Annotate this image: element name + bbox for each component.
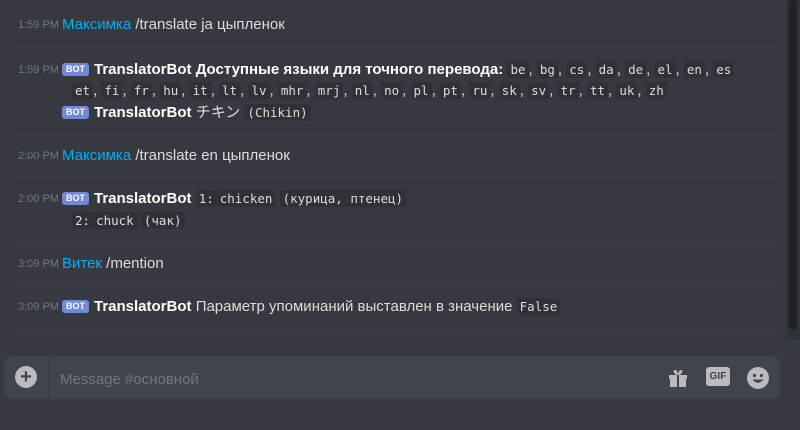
- message-text: /translate en цыпленок: [135, 147, 290, 164]
- divider: [14, 177, 778, 178]
- divider: [14, 330, 778, 331]
- language-code: et: [72, 82, 94, 99]
- setting-value: False: [516, 298, 561, 315]
- divider: [14, 47, 778, 48]
- separator: ,: [431, 82, 440, 99]
- language-code: be: [507, 61, 529, 78]
- bot-username[interactable]: TranslatorBot: [94, 61, 192, 78]
- language-code: mrj: [314, 82, 344, 99]
- message-input[interactable]: [58, 367, 622, 391]
- bot-badge: BOT: [62, 192, 89, 205]
- username[interactable]: Максимка: [62, 16, 131, 33]
- bot-badge: BOT: [62, 300, 89, 313]
- separator: ,: [269, 82, 278, 99]
- message-text: Параметр упоминаний выставлен в значение: [195, 298, 513, 315]
- language-code: sv: [528, 82, 550, 99]
- composer-divider: [48, 356, 49, 399]
- separator: ,: [402, 82, 411, 99]
- language-code: sk: [498, 82, 520, 99]
- language-code: bg: [536, 61, 558, 78]
- timestamp: 3:09 PM: [18, 301, 59, 313]
- separator: ,: [528, 61, 537, 78]
- divider: [14, 134, 778, 135]
- message-composer: + GIF: [4, 356, 780, 399]
- language-code: es: [713, 61, 735, 78]
- gift-icon[interactable]: [666, 366, 690, 390]
- language-code: nl: [351, 82, 373, 99]
- language-code: zh: [645, 82, 667, 99]
- message-list: 1:59 PM Максимка /translate ja цыпленок …: [0, 0, 786, 340]
- separator: ,: [372, 82, 382, 99]
- language-code: pt: [439, 82, 461, 99]
- separator: ,: [637, 82, 646, 99]
- languages-row-1: be, bg, cs, da, de, el, en, es: [507, 61, 735, 78]
- languages-title: Доступные языки для точного перевода:: [195, 61, 504, 78]
- result-number: 1:: [195, 190, 217, 207]
- result-word: chicken: [216, 190, 276, 207]
- scrollbar-track[interactable]: [786, 0, 800, 340]
- language-code: mhr: [277, 82, 307, 99]
- separator: ,: [151, 82, 161, 99]
- emoji-icon[interactable]: [746, 366, 770, 390]
- separator: ,: [557, 61, 567, 78]
- separator: ,: [549, 82, 558, 99]
- separator: ,: [122, 82, 131, 99]
- username[interactable]: Максимка: [62, 147, 131, 164]
- language-code: fi: [101, 82, 123, 99]
- language-code: ru: [469, 82, 491, 99]
- timestamp: 2:00 PM: [18, 150, 59, 162]
- language-code: it: [189, 82, 211, 99]
- language-code: tr: [557, 82, 579, 99]
- scrollbar-thumb[interactable]: [789, 0, 797, 330]
- message-text: /mention: [106, 255, 164, 272]
- language-code: hu: [160, 82, 182, 99]
- username[interactable]: Витек: [62, 255, 102, 272]
- separator: ,: [587, 61, 596, 78]
- result-meanings: (чак): [140, 212, 185, 229]
- language-code: lv: [248, 82, 270, 99]
- translation-text: チキン: [195, 104, 241, 121]
- timestamp: 1:59 PM: [18, 19, 59, 31]
- language-code: en: [683, 61, 705, 78]
- language-code: lt: [219, 82, 241, 99]
- gif-icon[interactable]: GIF: [706, 367, 730, 386]
- language-code: el: [654, 61, 676, 78]
- language-code: uk: [616, 82, 638, 99]
- bot-badge: BOT: [62, 63, 89, 76]
- language-code: pl: [410, 82, 432, 99]
- bot-badge: BOT: [62, 106, 89, 119]
- timestamp: 3:09 PM: [18, 258, 59, 270]
- separator: ,: [675, 61, 684, 78]
- message-text: /translate ja цыпленок: [135, 16, 285, 33]
- language-code: tt: [586, 82, 608, 99]
- result-number: 2:: [72, 212, 94, 229]
- separator: ,: [181, 82, 190, 99]
- bot-username[interactable]: TranslatorBot: [94, 190, 192, 207]
- languages-row-2: et, fi, fr, hu, it, lt, lv, mhr, mrj, nl…: [72, 82, 667, 99]
- divider: [14, 285, 778, 286]
- result-meanings: (курица, птенец): [279, 190, 407, 207]
- separator: ,: [306, 82, 315, 99]
- divider: [14, 242, 778, 243]
- result-word: chuck: [93, 212, 137, 229]
- add-icon[interactable]: +: [15, 366, 37, 388]
- separator: ,: [578, 82, 587, 99]
- language-code: fr: [130, 82, 152, 99]
- language-code: de: [625, 61, 647, 78]
- translation-romaji: (Chikin): [244, 104, 311, 121]
- language-code: da: [595, 61, 617, 78]
- bot-username[interactable]: TranslatorBot: [94, 298, 192, 315]
- separator: ,: [490, 82, 499, 99]
- language-code: no: [381, 82, 403, 99]
- bot-username[interactable]: TranslatorBot: [94, 104, 192, 121]
- timestamp: 2:00 PM: [18, 193, 59, 205]
- separator: ,: [519, 82, 529, 99]
- timestamp: 1:59 PM: [18, 64, 59, 76]
- separator: ,: [616, 61, 626, 78]
- separator: ,: [210, 82, 220, 99]
- language-code: cs: [566, 61, 588, 78]
- separator: ,: [343, 82, 352, 99]
